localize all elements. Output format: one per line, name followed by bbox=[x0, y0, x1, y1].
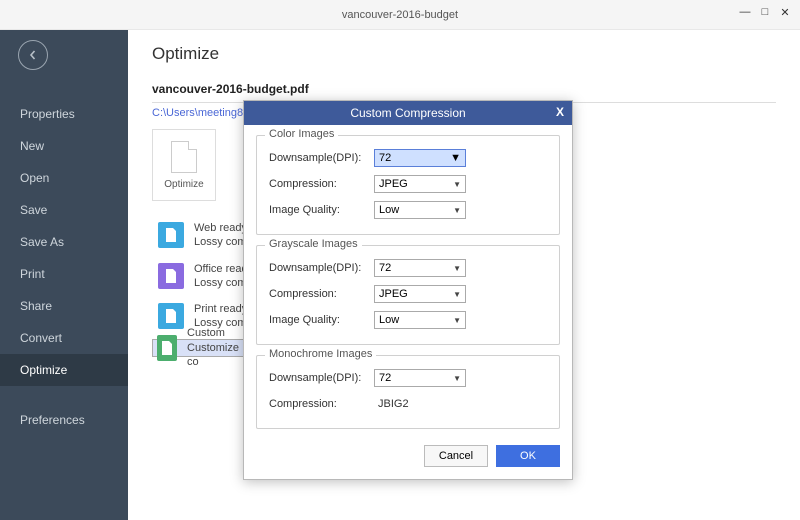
gray-downsample-input[interactable]: 72 ▼ bbox=[374, 259, 466, 277]
input-value: 72 bbox=[379, 372, 391, 384]
dialog-close-button[interactable]: X bbox=[552, 104, 568, 120]
color-compression-select[interactable]: JPEG ▼ bbox=[374, 175, 466, 193]
input-value: 72 bbox=[379, 262, 391, 274]
dialog-overlay: Custom Compression X Color Images Downsa… bbox=[0, 0, 800, 520]
select-value: JPEG bbox=[379, 288, 408, 300]
chevron-down-icon: ▼ bbox=[450, 152, 461, 164]
color-images-group: Color Images Downsample(DPI): 72▼ Compre… bbox=[256, 135, 560, 235]
chevron-down-icon: ▼ bbox=[453, 180, 461, 189]
dialog-footer: Cancel OK bbox=[244, 441, 572, 479]
mono-downsample-input[interactable]: 72 ▼ bbox=[374, 369, 466, 387]
field-label: Image Quality: bbox=[269, 204, 374, 216]
monochrome-images-group: Monochrome Images Downsample(DPI): 72▼ C… bbox=[256, 355, 560, 429]
group-legend: Grayscale Images bbox=[265, 238, 362, 250]
grayscale-images-group: Grayscale Images Downsample(DPI): 72▼ Co… bbox=[256, 245, 560, 345]
dialog-header: Custom Compression X bbox=[244, 101, 572, 125]
group-legend: Monochrome Images bbox=[265, 348, 376, 360]
field-label: Downsample(DPI): bbox=[269, 262, 374, 274]
chevron-down-icon: ▼ bbox=[453, 290, 461, 299]
field-label: Compression: bbox=[269, 178, 374, 190]
button-label: OK bbox=[520, 450, 536, 462]
select-value: Low bbox=[379, 204, 399, 216]
gray-compression-select[interactable]: JPEG ▼ bbox=[374, 285, 466, 303]
field-label: Image Quality: bbox=[269, 314, 374, 326]
mono-compression-value: JBIG2 bbox=[374, 398, 409, 410]
chevron-down-icon: ▼ bbox=[453, 264, 461, 273]
custom-compression-dialog: Custom Compression X Color Images Downsa… bbox=[243, 100, 573, 480]
field-label: Compression: bbox=[269, 288, 374, 300]
color-quality-select[interactable]: Low ▼ bbox=[374, 201, 466, 219]
input-value: 72 bbox=[379, 152, 391, 164]
group-legend: Color Images bbox=[265, 128, 338, 140]
ok-button[interactable]: OK bbox=[496, 445, 560, 467]
chevron-down-icon: ▼ bbox=[453, 316, 461, 325]
field-label: Downsample(DPI): bbox=[269, 152, 374, 164]
button-label: Cancel bbox=[439, 450, 473, 462]
chevron-down-icon: ▼ bbox=[453, 374, 461, 383]
chevron-down-icon: ▼ bbox=[453, 206, 461, 215]
cancel-button[interactable]: Cancel bbox=[424, 445, 488, 467]
color-downsample-input[interactable]: 72 ▼ bbox=[374, 149, 466, 167]
select-value: JPEG bbox=[379, 178, 408, 190]
gray-quality-select[interactable]: Low ▼ bbox=[374, 311, 466, 329]
select-value: Low bbox=[379, 314, 399, 326]
field-label: Compression: bbox=[269, 398, 374, 410]
dialog-title: Custom Compression bbox=[350, 106, 465, 120]
field-label: Downsample(DPI): bbox=[269, 372, 374, 384]
